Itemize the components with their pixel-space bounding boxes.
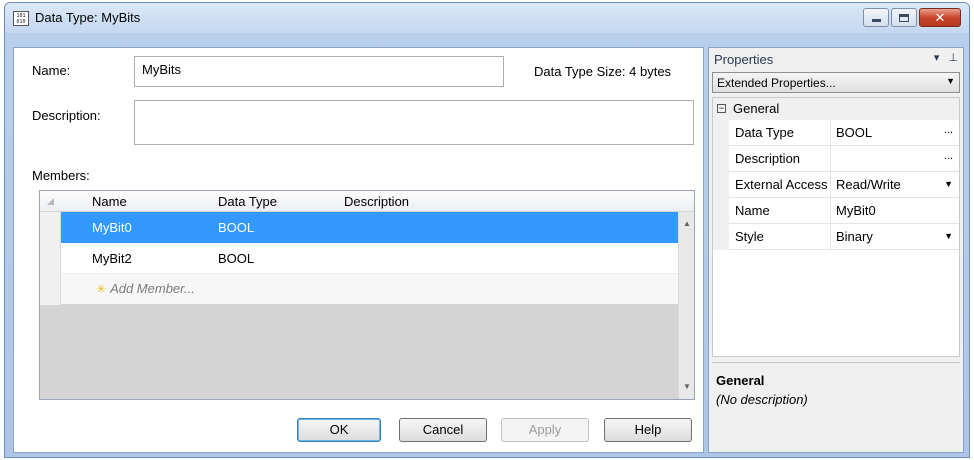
select-all-corner[interactable]: [47, 198, 54, 205]
members-grid-header: Name Data Type Description: [40, 191, 694, 212]
maximize-button[interactable]: [891, 8, 917, 27]
members-grid[interactable]: Name Data Type Description MyBit0 BOOL M…: [39, 190, 695, 400]
data-type-size: Data Type Size: 4 bytes: [534, 64, 672, 79]
dropdown-icon[interactable]: ▾: [934, 52, 940, 64]
property-value[interactable]: MyBit0: [836, 203, 876, 218]
properties-panel: Properties ▾ ⊥ Extended Properties... ▼ …: [708, 47, 964, 453]
member-data-type[interactable]: BOOL: [218, 220, 254, 235]
collapse-icon[interactable]: −: [717, 104, 726, 113]
property-key: External Access: [735, 177, 828, 192]
data-type-window: 101 010 Data Type: MyBits ✕ Name: MyBits…: [4, 2, 970, 458]
description-label: Description:: [32, 108, 101, 123]
table-row[interactable]: MyBit0 BOOL: [40, 212, 680, 243]
description-title: General: [716, 373, 765, 388]
chevron-down-icon[interactable]: ▼: [944, 179, 953, 189]
add-member-label: Add Member...: [110, 281, 195, 296]
property-value[interactable]: Binary: [836, 229, 873, 244]
description-text: (No description): [716, 392, 808, 407]
description-input[interactable]: [134, 100, 694, 145]
ellipsis-icon[interactable]: ...: [944, 124, 953, 136]
property-row-name[interactable]: Name MyBit0: [713, 198, 959, 224]
member-name[interactable]: MyBit2: [92, 251, 132, 266]
add-member-row[interactable]: ✳ Add Member...: [40, 274, 680, 305]
property-row-data-type[interactable]: Data Type BOOL ...: [713, 120, 959, 146]
row-header[interactable]: [40, 243, 61, 274]
row-header[interactable]: [40, 212, 61, 243]
name-label: Name:: [32, 63, 71, 78]
property-key: Description: [735, 151, 801, 166]
pin-icon[interactable]: ⊥: [948, 52, 958, 64]
minimize-icon: [871, 19, 881, 22]
property-key: Name: [735, 203, 770, 218]
category-label: General: [733, 101, 780, 116]
new-row-star-icon: ✳: [96, 282, 107, 296]
data-type-form: Name: MyBits Data Type Size: 4 bytes Des…: [13, 47, 704, 453]
chevron-down-icon[interactable]: ▼: [944, 231, 953, 241]
row-header[interactable]: [40, 274, 61, 305]
data-type-icon: 101 010: [13, 11, 29, 26]
scroll-up-icon[interactable]: ▲: [679, 216, 694, 232]
extended-properties-combo[interactable]: Extended Properties... ▼: [712, 72, 960, 93]
chevron-down-icon: ▼: [946, 76, 955, 86]
apply-button[interactable]: Apply: [501, 418, 589, 442]
members-scrollbar[interactable]: ▲ ▼: [678, 212, 694, 399]
property-description-pane: General (No description): [712, 362, 960, 450]
property-row-external-access[interactable]: External Access Read/Write ▼: [713, 172, 959, 198]
minimize-button[interactable]: [863, 8, 889, 27]
member-data-type[interactable]: BOOL: [218, 251, 254, 266]
ok-button[interactable]: OK: [297, 418, 381, 442]
property-row-style[interactable]: Style Binary ▼: [713, 224, 959, 250]
property-row-description[interactable]: Description ...: [713, 146, 959, 172]
property-value[interactable]: Read/Write: [836, 177, 901, 192]
members-label: Members:: [32, 168, 90, 183]
column-name[interactable]: Name: [92, 194, 127, 209]
maximize-icon: [899, 13, 909, 22]
property-value[interactable]: BOOL: [836, 125, 872, 140]
scroll-down-icon[interactable]: ▼: [679, 379, 694, 395]
cancel-button[interactable]: Cancel: [399, 418, 487, 442]
member-name[interactable]: MyBit0: [92, 220, 132, 235]
window-title: Data Type: MyBits: [35, 10, 141, 25]
table-row[interactable]: MyBit2 BOOL: [40, 243, 680, 274]
column-data-type[interactable]: Data Type: [218, 194, 277, 209]
properties-title: Properties: [714, 52, 774, 67]
ellipsis-icon[interactable]: ...: [944, 150, 953, 162]
name-input[interactable]: MyBits: [134, 56, 504, 87]
column-description[interactable]: Description: [344, 194, 409, 209]
category-general[interactable]: − General: [713, 98, 959, 120]
help-button[interactable]: Help: [604, 418, 692, 442]
combo-value: Extended Properties...: [717, 76, 836, 90]
title-bar[interactable]: 101 010 Data Type: MyBits ✕: [5, 3, 969, 33]
close-icon: ✕: [934, 9, 946, 25]
close-button[interactable]: ✕: [919, 8, 961, 27]
property-key: Style: [735, 229, 764, 244]
property-grid[interactable]: − General Data Type BOOL ... Description…: [712, 97, 960, 357]
property-key: Data Type: [735, 125, 795, 140]
